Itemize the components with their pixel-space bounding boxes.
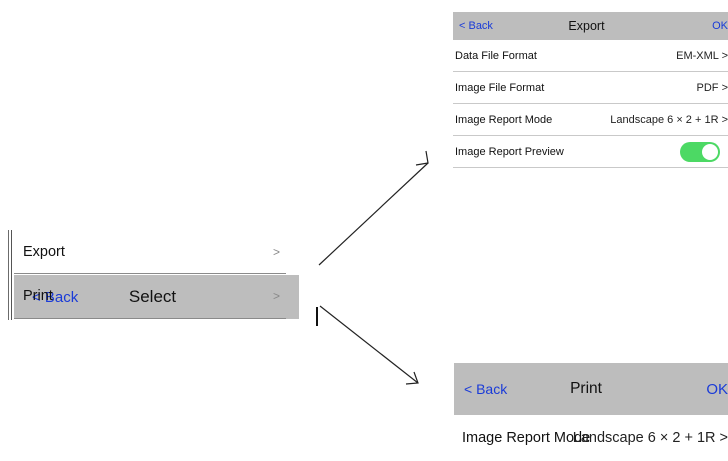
flow-arrows [316, 150, 429, 385]
arrow-icon [319, 305, 419, 384]
arrow-head-icon [415, 150, 429, 166]
arrow-icon [318, 162, 429, 266]
